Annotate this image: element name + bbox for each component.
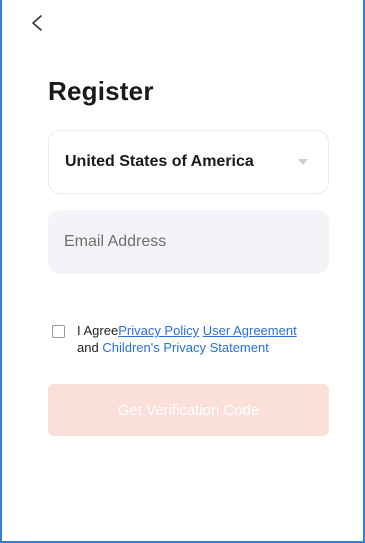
agreement-text: I AgreePrivacy Policy User Agreement and… [77, 322, 297, 356]
agree-checkbox[interactable] [52, 325, 65, 338]
email-field[interactable] [48, 210, 329, 274]
phone-screen: Register United States of America I Agre… [0, 0, 365, 543]
privacy-policy-link[interactable]: Privacy Policy [118, 323, 199, 338]
user-agreement-link[interactable]: User Agreement [203, 323, 297, 338]
agreement-row: I AgreePrivacy Policy User Agreement and… [52, 322, 352, 356]
country-select[interactable]: United States of America [48, 130, 329, 194]
agree-and: and [77, 340, 99, 355]
chevron-left-icon [32, 15, 42, 31]
country-value: United States of America [65, 153, 254, 170]
chevron-down-icon [298, 159, 308, 165]
get-verification-code-button[interactable]: Get Verification Code [48, 384, 329, 436]
children-privacy-link[interactable]: Children's Privacy Statement [102, 340, 269, 355]
back-button[interactable] [24, 10, 50, 36]
page-title: Register [48, 76, 154, 106]
agree-prefix: I Agree [77, 323, 119, 338]
